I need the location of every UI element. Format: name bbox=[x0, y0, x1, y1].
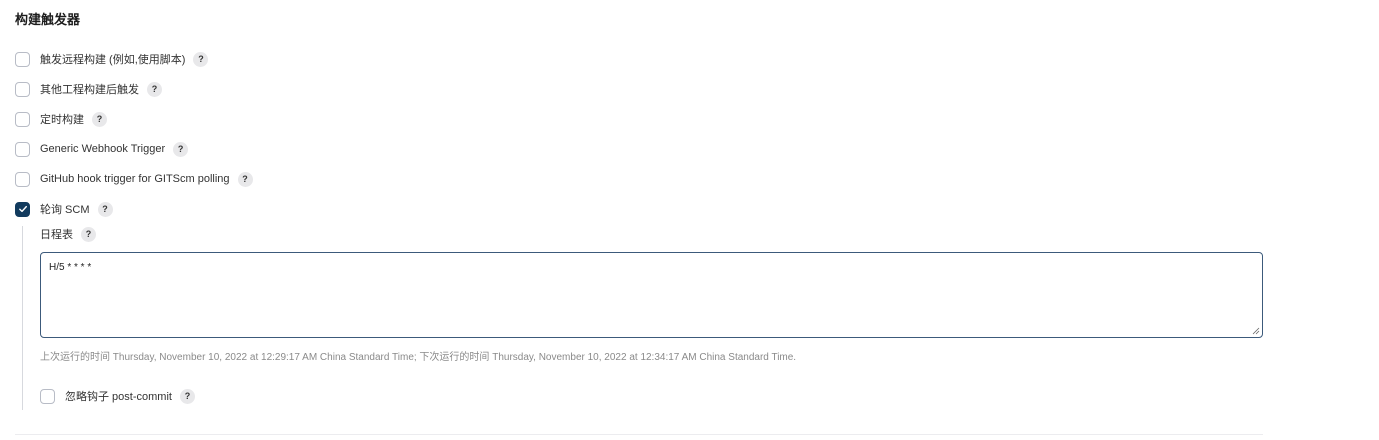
schedule-label: 日程表 bbox=[40, 229, 73, 241]
checkbox[interactable] bbox=[15, 111, 30, 127]
trigger-build-periodically[interactable]: 定时构建 ? bbox=[15, 110, 107, 128]
trigger-label: GitHub hook trigger for GITScm polling bbox=[40, 173, 230, 185]
section-divider bbox=[15, 434, 1263, 435]
schedule-label-row: 日程表 ? bbox=[40, 225, 96, 243]
help-icon[interactable]: ? bbox=[81, 226, 96, 242]
checkbox[interactable] bbox=[40, 388, 55, 404]
schedule-textarea[interactable]: H/5 * * * * bbox=[40, 252, 1263, 338]
trigger-poll-scm[interactable]: 轮询 SCM ? bbox=[15, 200, 113, 218]
help-icon[interactable]: ? bbox=[92, 111, 107, 127]
checkbox-checked[interactable] bbox=[15, 201, 30, 217]
section-title: 构建触发器 bbox=[15, 12, 81, 27]
ignore-post-commit-hooks[interactable]: 忽略钩子 post-commit ? bbox=[40, 387, 195, 405]
help-icon[interactable]: ? bbox=[173, 141, 189, 157]
help-icon[interactable]: ? bbox=[179, 388, 195, 404]
nested-section-line bbox=[22, 226, 23, 410]
resize-grip-icon[interactable] bbox=[1252, 327, 1260, 335]
ignore-hooks-label: 忽略钩子 post-commit bbox=[65, 391, 172, 403]
trigger-after-other-projects[interactable]: 其他工程构建后触发 ? bbox=[15, 80, 162, 98]
trigger-label: 轮询 SCM bbox=[40, 204, 90, 216]
trigger-remote-build[interactable]: 触发远程构建 (例如,使用脚本) ? bbox=[15, 50, 209, 68]
trigger-label: 其他工程构建后触发 bbox=[40, 84, 139, 96]
help-icon[interactable]: ? bbox=[147, 81, 162, 97]
trigger-github-hook[interactable]: GitHub hook trigger for GITScm polling ? bbox=[15, 170, 253, 188]
checkbox[interactable] bbox=[15, 171, 30, 187]
help-icon[interactable]: ? bbox=[237, 171, 253, 187]
checkbox[interactable] bbox=[15, 51, 30, 67]
polling-run-info: 上次运行的时间 Thursday, November 10, 2022 at 1… bbox=[40, 352, 797, 363]
help-icon[interactable]: ? bbox=[193, 51, 209, 67]
checkbox[interactable] bbox=[15, 81, 30, 97]
trigger-label: Generic Webhook Trigger bbox=[40, 143, 166, 155]
help-icon[interactable]: ? bbox=[97, 201, 113, 217]
checkbox[interactable] bbox=[15, 141, 30, 157]
trigger-label: 触发远程构建 (例如,使用脚本) bbox=[40, 54, 186, 66]
schedule-value: H/5 * * * * bbox=[49, 262, 92, 273]
checkmark-icon bbox=[18, 205, 27, 213]
trigger-generic-webhook[interactable]: Generic Webhook Trigger ? bbox=[15, 140, 189, 158]
trigger-label: 定时构建 bbox=[40, 114, 84, 126]
